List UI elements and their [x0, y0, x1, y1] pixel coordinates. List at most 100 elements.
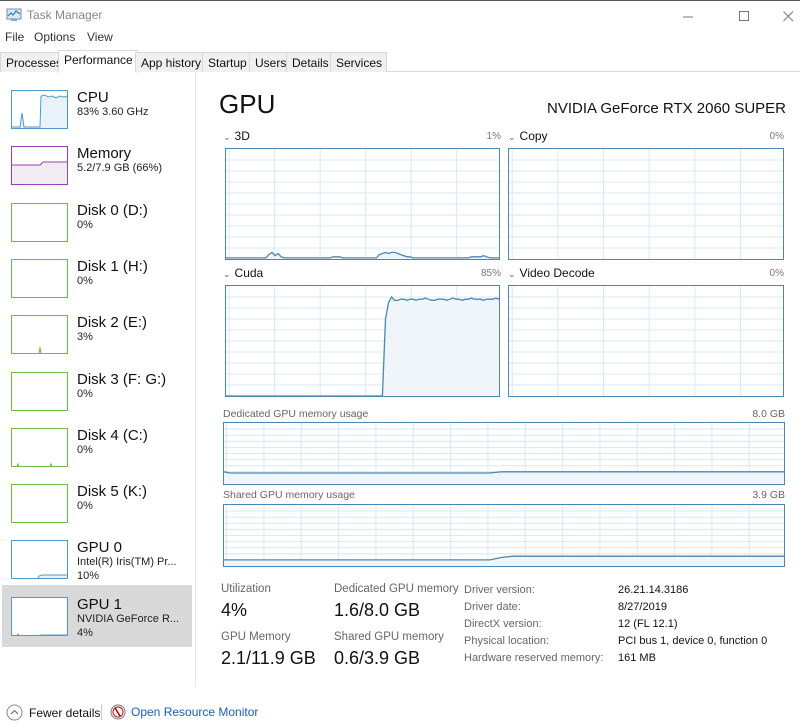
disk2-thumbnail-chart: [38, 346, 42, 353]
tab-startup[interactable]: Startup: [202, 52, 252, 72]
footer-separator: [101, 704, 102, 720]
sidebar-item-gpu1[interactable]: GPU 1 NVIDIA GeForce R... 4%: [2, 585, 192, 647]
sidebar-item-disk5[interactable]: Disk 5 (K:) 0%: [2, 476, 192, 532]
stat-dedicated-memory-value: 1.6/8.0 GB: [334, 600, 421, 620]
graph-shared-memory: [223, 504, 785, 567]
fewer-details-button[interactable]: Fewer details: [6, 704, 100, 721]
open-resource-monitor-link[interactable]: Open Resource Monitor: [110, 704, 258, 720]
sidebar-item-usage: 4%: [77, 627, 93, 639]
tab-services[interactable]: Services: [330, 52, 388, 72]
stat-shared-memory-value: 0.6/3.9 GB: [334, 648, 421, 668]
engine-label: 3D: [234, 129, 250, 143]
stat-shared-memory-label: Shared GPU memory: [334, 631, 444, 643]
sidebar-item-gpu0[interactable]: GPU 0 Intel(R) Iris(TM) Pr... 10%: [2, 532, 192, 588]
stat-utilization-value: 4%: [221, 600, 248, 620]
info-driver-date-value: 8/27/2019: [618, 601, 667, 613]
engine-selector-3d[interactable]: ⌄ 3D: [223, 129, 250, 143]
disk5-thumbnail-chart: [12, 485, 68, 523]
engine-selector-cuda[interactable]: ⌄ Cuda: [223, 266, 263, 280]
footer-bar: Fewer details Open Resource Monitor: [0, 700, 800, 725]
graph-cuda: [225, 285, 500, 397]
info-hardware-reserved-memory-value: 161 MB: [618, 652, 656, 664]
sidebar-item-detail: 0%: [77, 500, 93, 512]
sidebar-item-detail: 0%: [77, 444, 93, 456]
sidebar-thumbnail-graph: [11, 315, 68, 354]
sidebar-item-disk0[interactable]: Disk 0 (D:) 0%: [2, 195, 192, 251]
sidebar-item-cpu[interactable]: CPU 83% 3.60 GHz: [2, 82, 192, 138]
engine-selector-video-decode[interactable]: ⌄ Video Decode: [508, 266, 595, 280]
engine-selector-copy[interactable]: ⌄ Copy: [508, 129, 548, 143]
info-hardware-reserved-memory-label: Hardware reserved memory:: [464, 652, 604, 664]
sidebar-item-name: Memory: [77, 145, 132, 162]
gpu-model-name: NVIDIA GeForce RTX 2060 SUPER: [547, 100, 786, 117]
menu-view[interactable]: View: [87, 30, 113, 44]
stat-utilization-label: Utilization: [221, 583, 271, 595]
sidebar-item-memory[interactable]: Memory 5.2/7.9 GB (66%): [2, 138, 192, 194]
sidebar-item-detail: 3%: [77, 331, 93, 343]
info-driver-version-label: Driver version:: [464, 584, 535, 596]
sidebar-item-name: GPU 1: [77, 596, 123, 613]
tab-users[interactable]: Users: [249, 52, 292, 72]
tab-processes[interactable]: Processes: [0, 52, 68, 72]
engine-percent-cuda: 85%: [480, 268, 501, 279]
sidebar-item-name: Disk 4 (C:): [77, 427, 148, 444]
dedicated-memory-graph-max: 8.0 GB: [752, 408, 785, 420]
sidebar-item-detail: 5.2/7.9 GB (66%): [77, 162, 162, 174]
tab-strip: Processes Performance App history Startu…: [0, 50, 800, 73]
sidebar-item-name: Disk 0 (D:): [77, 202, 148, 219]
sidebar-item-detail: Intel(R) Iris(TM) Pr...: [77, 556, 177, 568]
gpu1-thumbnail-chart: [16, 632, 67, 635]
sidebar-item-disk4[interactable]: Disk 4 (C:) 0%: [2, 420, 192, 476]
maximize-icon: [738, 10, 749, 21]
sidebar-item-usage: 10%: [77, 570, 100, 582]
disk0-thumbnail-chart: [12, 204, 68, 242]
sidebar-item-detail: 83% 3.60 GHz: [77, 106, 149, 118]
sidebar-thumbnail-graph: [11, 259, 68, 298]
sidebar-thumbnail-graph: [11, 597, 68, 636]
sidebar-thumbnail-graph: [11, 372, 68, 411]
fewer-details-label: Fewer details: [29, 705, 101, 720]
sidebar-item-name: GPU 0: [77, 539, 123, 556]
minimize-button[interactable]: [665, 1, 711, 31]
engine-label: Copy: [519, 129, 548, 143]
minimize-icon: [682, 16, 693, 17]
info-driver-date-label: Driver date:: [464, 601, 521, 613]
sidebar-thumbnail-graph: [11, 484, 68, 523]
maximize-button[interactable]: [721, 1, 767, 31]
sidebar-thumbnail-graph: [11, 540, 68, 579]
stat-dedicated-memory-label: Dedicated GPU memory: [334, 583, 459, 595]
dedicated-memory-graph-label: Dedicated GPU memory usage: [223, 408, 369, 420]
graph-dedicated-memory: [223, 422, 785, 485]
sidebar-item-disk1[interactable]: Disk 1 (H:) 0%: [2, 251, 192, 307]
sidebar-item-disk2[interactable]: Disk 2 (E:) 3%: [2, 307, 192, 363]
stat-gpu-memory-value: 2.1/11.9 GB: [221, 648, 316, 668]
info-directx-version-label: DirectX version:: [464, 618, 542, 630]
sidebar-item-name: CPU: [77, 89, 109, 106]
sidebar-item-detail: NVIDIA GeForce R...: [77, 613, 180, 625]
menu-options[interactable]: Options: [34, 30, 75, 44]
engine-percent-video-decode: 0%: [769, 268, 784, 279]
chevron-down-icon: ⌄: [223, 269, 231, 279]
stat-gpu-memory-label: GPU Memory: [221, 631, 291, 643]
tab-details[interactable]: Details: [286, 52, 334, 72]
tab-performance[interactable]: Performance: [58, 50, 138, 73]
sidebar-thumbnail-graph: [11, 90, 68, 129]
task-manager-app-icon: [6, 8, 22, 21]
sidebar-item-name: Disk 5 (K:): [77, 483, 148, 500]
close-button[interactable]: [765, 1, 800, 31]
sidebar-item-detail: 0%: [77, 219, 93, 231]
resource-monitor-icon: [110, 704, 126, 720]
sidebar-item-detail: 0%: [77, 275, 93, 287]
chevron-down-icon: ⌄: [223, 132, 231, 142]
sidebar-item-name: Disk 3 (F: G:): [77, 371, 167, 388]
sidebar-item-disk3[interactable]: Disk 3 (F: G:) 0%: [2, 364, 192, 420]
memory-thumbnail-chart: [12, 161, 67, 184]
info-driver-version-value: 26.21.14.3186: [618, 584, 689, 596]
tab-app-history[interactable]: App history: [135, 52, 207, 72]
performance-sidebar: CPU 83% 3.60 GHz Memory 5.2/7.9 GB (66%) Di…: [0, 82, 196, 677]
engine-percent-copy: 0%: [769, 131, 784, 142]
sidebar-thumbnail-graph: [11, 146, 68, 185]
menu-file[interactable]: File: [5, 30, 24, 44]
graph-3d: [225, 148, 500, 260]
chevron-up-circle-icon: [6, 704, 23, 721]
